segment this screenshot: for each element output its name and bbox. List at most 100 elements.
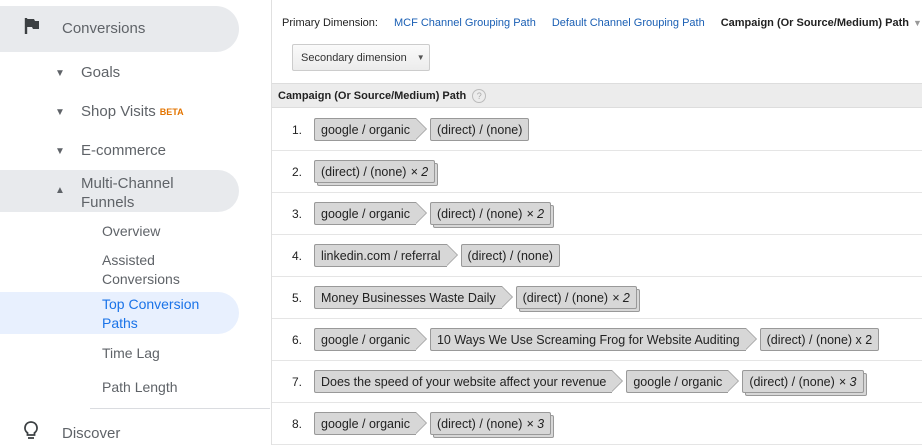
conversion-path: Money Businesses Waste Daily (direct) / (…: [314, 286, 637, 309]
sidebar-label-mcf: Multi-Channel Funnels: [81, 175, 174, 211]
sidebar-item-path-length[interactable]: Path Length: [102, 378, 178, 397]
path-step-label: (direct) / (none): [436, 416, 523, 431]
path-step-label: (direct) / (none): [749, 374, 835, 389]
path-step: google / organic: [314, 118, 427, 141]
sidebar-divider: [90, 408, 270, 409]
path-table: 1. google / organic (direct) / (none) 2. (di…: [272, 109, 922, 445]
triangle-down-icon: ▼: [55, 146, 65, 157]
sidebar-item-top-conversion-paths[interactable]: Top Conversion Paths: [102, 295, 222, 333]
path-step: Does the speed of your website affect yo…: [314, 370, 624, 393]
table-row: 1. google / organic (direct) / (none): [272, 109, 922, 151]
triangle-down-icon: ▼: [55, 68, 65, 79]
path-step: google / organic: [314, 202, 427, 225]
path-step-label: (direct) / (none): [522, 290, 609, 305]
path-step: linkedin.com / referral: [314, 244, 457, 267]
conversion-path: (direct) / (none) × 2: [314, 160, 436, 183]
path-step-label: (direct) / (none): [436, 122, 523, 137]
path-step-label: Money Businesses Waste Daily: [321, 290, 496, 305]
path-step-multiplier: × 3: [526, 416, 545, 431]
path-step: (direct) / (none): [429, 118, 530, 141]
sidebar-label-overview: Overview: [102, 223, 161, 239]
path-step-label: google / organic: [321, 122, 410, 137]
path-step-label: 10 Ways We Use Screaming Frog for Websit…: [436, 332, 740, 347]
path-step-multiplier: × 2: [410, 164, 429, 179]
path-step-label: google / organic: [321, 416, 410, 431]
conversion-path: linkedin.com / referral (direct) / (none): [314, 244, 560, 267]
path-step-multiplier: × 3: [838, 374, 857, 389]
dimension-selected-label: Campaign (Or Source/Medium) Path: [720, 17, 909, 29]
sidebar-item-discover[interactable]: Discover: [22, 420, 120, 445]
sidebar-item-assisted-conversions[interactable]: Assisted Conversions: [102, 251, 202, 289]
path-step: (direct) / (none) × 2: [314, 160, 436, 183]
path-step-label: (direct) / (none): [321, 164, 407, 179]
conversion-path: Does the speed of your website affect yo…: [314, 370, 864, 393]
path-step: (direct) / (none) × 3: [429, 412, 552, 435]
dimension-option-selected[interactable]: Campaign (Or Source/Medium) Path ▼: [721, 17, 922, 29]
dimension-option-default-channel[interactable]: Default Channel Grouping Path: [552, 17, 705, 29]
conversion-path: google / organic (direct) / (none) × 3: [314, 412, 552, 435]
path-step: Money Businesses Waste Daily: [314, 286, 513, 309]
conversion-path: google / organic 10 Ways We Use Screaming…: [314, 328, 880, 351]
sidebar-item-mcf[interactable]: Multi-Channel Funnels: [81, 174, 201, 212]
table-row: 3. google / organic (direct) / (none) × 2: [272, 193, 922, 235]
caret-down-icon: ▼: [416, 53, 425, 62]
row-number: 4.: [291, 248, 302, 263]
path-step-label: linkedin.com / referral: [321, 248, 441, 263]
flag-icon: [24, 17, 40, 40]
sidebar-label-ecommerce: E-commerce: [81, 142, 167, 159]
path-step: google / organic: [314, 412, 427, 435]
sidebar-item-time-lag[interactable]: Time Lag: [102, 344, 160, 363]
sidebar-label-goals: Goals: [81, 64, 121, 81]
path-step-label: (direct) / (none): [467, 248, 553, 263]
path-step-label: (direct) / (none) x 2: [766, 332, 873, 347]
row-number: 7.: [291, 374, 302, 389]
path-step: google / organic: [626, 370, 740, 393]
sidebar-item-overview[interactable]: Overview: [102, 222, 160, 241]
sidebar-label-path-length: Path Length: [102, 379, 178, 395]
dimension-option-mcf-channel[interactable]: MCF Channel Grouping Path: [394, 17, 536, 29]
sidebar-item-conversions[interactable]: Conversions: [24, 17, 145, 40]
path-step-label: (direct) / (none): [436, 206, 523, 221]
row-number: 1.: [291, 122, 302, 137]
beta-badge: BETA: [159, 106, 184, 117]
path-step: google / organic: [314, 328, 427, 351]
help-icon[interactable]: ?: [472, 88, 487, 103]
table-row: 4. linkedin.com / referral (direct) / (non…: [272, 235, 922, 277]
sidebar-label-assisted: Assisted Conversions: [102, 252, 180, 287]
table-header: Campaign (Or Source/Medium) Path ?: [272, 83, 922, 108]
path-step-label: google / organic: [321, 332, 410, 347]
lightbulb-icon: [22, 420, 40, 445]
row-number: 3.: [291, 206, 302, 221]
path-step-label: google / organic: [321, 206, 410, 221]
path-step: 10 Ways We Use Screaming Frog for Websit…: [429, 328, 757, 351]
path-step-multiplier: × 2: [526, 206, 545, 221]
sidebar-label-shop-visits: Shop Visits: [81, 103, 156, 120]
table-row: 8. google / organic (direct) / (none) × 3: [272, 403, 922, 445]
column-header-path[interactable]: Campaign (Or Source/Medium) Path: [278, 90, 466, 102]
row-number: 2.: [291, 164, 302, 179]
triangle-up-icon: ▲: [55, 185, 65, 196]
sidebar-item-shop-visits[interactable]: Shop Visits BETA: [81, 103, 184, 120]
report-panel: Primary Dimension: MCF Channel Grouping …: [271, 0, 922, 445]
table-row: 2. (direct) / (none) × 2: [272, 151, 922, 193]
path-step-label: Does the speed of your website affect yo…: [321, 374, 607, 389]
path-step-multiplier: × 2: [612, 290, 630, 305]
row-number: 8.: [291, 416, 302, 431]
path-step: (direct) / (none) × 2: [515, 286, 637, 309]
sidebar-item-goals[interactable]: Goals: [81, 64, 120, 81]
row-number: 6.: [291, 332, 302, 347]
sidebar-item-ecommerce[interactable]: E-commerce: [81, 142, 166, 159]
path-step: (direct) / (none) x 2: [759, 328, 880, 351]
table-row: 5. Money Businesses Waste Daily (direct) /…: [272, 277, 922, 319]
secondary-dimension-dropdown[interactable]: Secondary dimension ▼: [292, 44, 430, 71]
sidebar-label-top-paths: Top Conversion Paths: [102, 296, 200, 331]
secondary-dimension-label: Secondary dimension: [301, 51, 407, 64]
conversion-path: google / organic (direct) / (none) × 2: [314, 202, 552, 225]
primary-dimension-bar: Primary Dimension: MCF Channel Grouping …: [282, 17, 922, 29]
sidebar-label-discover: Discover: [62, 425, 121, 442]
caret-down-icon: ▼: [912, 18, 922, 28]
sidebar-label-time-lag: Time Lag: [102, 345, 160, 361]
table-row: 6. google / organic 10 Ways We Use Screami…: [272, 319, 922, 361]
path-step: (direct) / (none): [460, 244, 560, 267]
sidebar: Conversions ▼ Goals ▼ Shop Visits BETA ▼…: [0, 0, 270, 445]
